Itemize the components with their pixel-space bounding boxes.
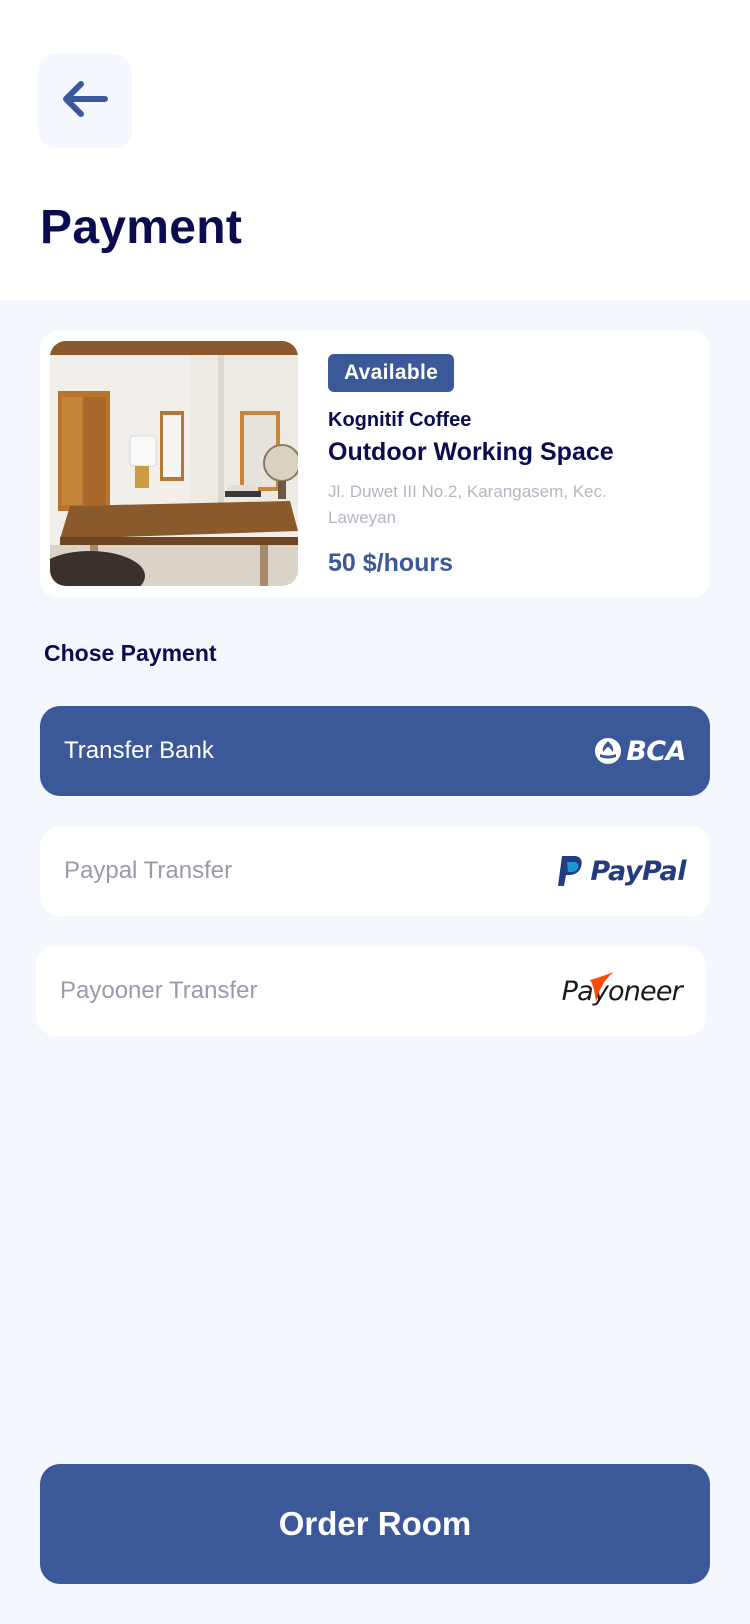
bca-logo-icon: BCA: [594, 706, 686, 796]
arrow-left-icon: [61, 79, 109, 124]
back-button[interactable]: [38, 54, 132, 148]
payment-option-label: Payooner Transfer: [60, 977, 258, 1004]
payment-option-label: Transfer Bank: [64, 737, 214, 764]
status-badge: Available: [328, 354, 455, 392]
payment-option-transfer-bank[interactable]: Transfer Bank BCA: [40, 706, 710, 796]
room-card[interactable]: Available Kognitif Coffee Outdoor Workin…: [40, 331, 710, 598]
payment-option-paypal[interactable]: Paypal Transfer PayPal: [40, 826, 710, 916]
order-room-button[interactable]: Order Room: [40, 1464, 710, 1584]
payoneer-logo-icon: Payoneer: [562, 946, 683, 1036]
payment-option-label: Paypal Transfer: [64, 857, 233, 884]
section-label: Chose Payment: [44, 640, 217, 666]
room-photo: [50, 341, 298, 586]
page-title: Payment: [40, 201, 243, 254]
paypal-logo-icon: PayPal: [556, 826, 686, 916]
cafe-name: Kognitif Coffee: [328, 409, 472, 431]
payment-option-payoneer[interactable]: Payooner Transfer Payoneer: [36, 946, 706, 1036]
space-name: Outdoor Working Space: [328, 438, 614, 466]
address: Jl. Duwet III No.2, Karangasem, Kec. Law…: [328, 482, 607, 527]
price: 50 $/hours: [328, 549, 454, 577]
header: Payment: [0, 0, 750, 300]
